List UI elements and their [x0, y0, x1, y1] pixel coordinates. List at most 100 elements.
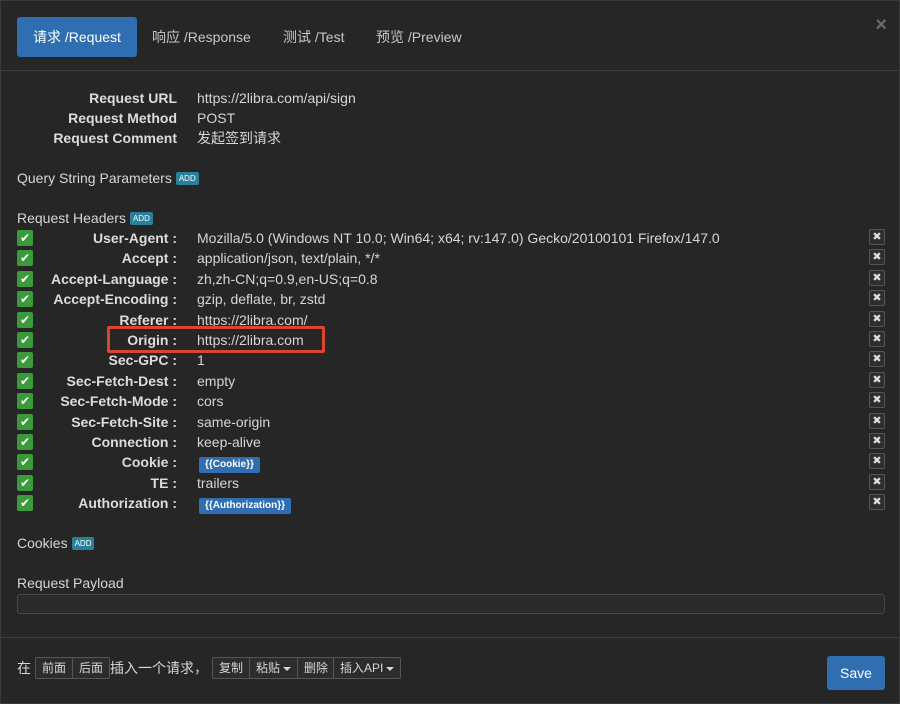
- header-name: Accept-Language :: [50, 271, 177, 287]
- delete-header-button[interactable]: ✖: [869, 372, 885, 388]
- header-row: ✔ Accept-Language : zh,zh-CN;q=0.9,en-US;q…: [1, 269, 899, 289]
- delete-header-button[interactable]: ✖: [869, 270, 885, 286]
- header-name: Origin :: [127, 332, 177, 348]
- header-row: ✔ Cookie : {{Cookie}} ✖: [1, 452, 899, 473]
- header-value[interactable]: https://2libra.com: [197, 330, 304, 350]
- request-url-value: https://2libra.com/api/sign: [197, 90, 356, 106]
- header-value[interactable]: cors: [197, 391, 223, 411]
- header-name: TE :: [150, 475, 177, 491]
- header-enabled-checkbox[interactable]: ✔: [17, 434, 33, 450]
- header-name: Accept-Encoding :: [53, 291, 177, 307]
- header-enabled-checkbox[interactable]: ✔: [17, 414, 33, 430]
- header-enabled-checkbox[interactable]: ✔: [17, 250, 33, 266]
- tab-preview[interactable]: 预览 /Preview: [376, 17, 462, 57]
- variable-tag: {{Authorization}}: [199, 498, 291, 514]
- tab-bar: 请求 /Request 响应 /Response 测试 /Test 预览 /Pr…: [1, 1, 899, 71]
- header-value[interactable]: same-origin: [197, 412, 270, 432]
- header-value[interactable]: gzip, deflate, br, zstd: [197, 289, 325, 309]
- delete-header-button[interactable]: ✖: [869, 392, 885, 408]
- insert-api-label: 插入API: [340, 661, 384, 675]
- copy-button[interactable]: 复制: [212, 657, 251, 679]
- tab-response[interactable]: 响应 /Response: [152, 17, 251, 57]
- chevron-down-icon: [283, 666, 292, 671]
- header-name: Connection :: [91, 434, 177, 450]
- header-value[interactable]: Mozilla/5.0 (Windows NT 10.0; Win64; x64…: [197, 228, 720, 248]
- header-enabled-checkbox[interactable]: ✔: [17, 230, 33, 246]
- request-payload-input[interactable]: [17, 594, 885, 614]
- close-icon[interactable]: ×: [875, 15, 887, 35]
- header-value[interactable]: zh,zh-CN;q=0.9,en-US;q=0.8: [197, 269, 378, 289]
- edit-actions-group: 复制 粘贴 删除: [212, 657, 336, 679]
- request-url-row: Request URL https://2libra.com/api/sign: [1, 88, 801, 108]
- header-enabled-checkbox[interactable]: ✔: [17, 475, 33, 491]
- header-name: Sec-GPC :: [108, 352, 177, 368]
- chevron-down-icon: [386, 666, 395, 671]
- add-header-button[interactable]: ADD: [129, 211, 153, 225]
- insert-api-button[interactable]: 插入API: [333, 657, 402, 679]
- header-row: ✔ TE : trailers ✖: [1, 473, 899, 493]
- delete-header-button[interactable]: ✖: [869, 249, 885, 265]
- header-enabled-checkbox[interactable]: ✔: [17, 454, 33, 470]
- delete-header-button[interactable]: ✖: [869, 494, 885, 510]
- header-value[interactable]: {{Authorization}}: [197, 493, 291, 514]
- add-cookie-button[interactable]: ADD: [71, 536, 95, 550]
- delete-header-button[interactable]: ✖: [869, 311, 885, 327]
- delete-header-button[interactable]: ✖: [869, 413, 885, 429]
- request-comment-row: Request Comment 发起签到请求: [1, 128, 801, 148]
- delete-header-button[interactable]: ✖: [869, 433, 885, 449]
- request-method-label: Request Method: [68, 110, 177, 126]
- header-row: ✔ Sec-Fetch-Mode : cors ✖: [1, 391, 899, 411]
- header-name: Authorization :: [78, 495, 177, 511]
- request-url-label: Request URL: [89, 90, 177, 106]
- header-value[interactable]: application/json, text/plain, */*: [197, 248, 380, 268]
- tab-request[interactable]: 请求 /Request: [17, 17, 137, 57]
- header-row: ✔ Referer : https://2libra.com/ ✖: [1, 310, 899, 330]
- header-enabled-checkbox[interactable]: ✔: [17, 271, 33, 287]
- header-row: ✔ Sec-Fetch-Site : same-origin ✖: [1, 412, 899, 432]
- after-button[interactable]: 后面: [72, 657, 111, 679]
- delete-header-button[interactable]: ✖: [869, 474, 885, 490]
- header-value[interactable]: {{Cookie}}: [197, 452, 260, 473]
- header-row: ✔ Accept-Encoding : gzip, deflate, br, zst…: [1, 289, 899, 309]
- insert-api-group: 插入API: [333, 657, 402, 679]
- request-comment-value: 发起签到请求: [197, 130, 281, 146]
- delete-header-button[interactable]: ✖: [869, 290, 885, 306]
- header-enabled-checkbox[interactable]: ✔: [17, 373, 33, 389]
- header-enabled-checkbox[interactable]: ✔: [17, 291, 33, 307]
- delete-header-button[interactable]: ✖: [869, 453, 885, 469]
- header-name: Cookie :: [121, 454, 177, 470]
- save-button[interactable]: Save: [827, 656, 885, 690]
- header-enabled-checkbox[interactable]: ✔: [17, 312, 33, 328]
- header-enabled-checkbox[interactable]: ✔: [17, 495, 33, 511]
- header-value[interactable]: trailers: [197, 473, 239, 493]
- query-params-section: Query String Parameters ADD: [17, 168, 199, 188]
- header-name: Sec-Fetch-Dest :: [66, 373, 177, 389]
- header-row: ✔ Connection : keep-alive ✖: [1, 432, 899, 452]
- before-button[interactable]: 前面: [35, 657, 74, 679]
- request-editor-modal: 请求 /Request 响应 /Response 测试 /Test 预览 /Pr…: [0, 0, 900, 704]
- add-query-param-button[interactable]: ADD: [175, 171, 199, 185]
- header-row: ✔ Accept : application/json, text/plain, *…: [1, 248, 899, 268]
- paste-button[interactable]: 粘贴: [249, 657, 299, 679]
- header-name: Sec-Fetch-Site :: [71, 414, 177, 430]
- delete-header-button[interactable]: ✖: [869, 229, 885, 245]
- footer-text-insert: 插入一个请求，: [110, 660, 208, 676]
- footer-text-at: 在: [17, 660, 31, 676]
- cookies-section: Cookies ADD: [17, 533, 95, 553]
- insert-position-group: 前面 后面: [35, 657, 111, 679]
- header-value[interactable]: https://2libra.com/: [197, 310, 308, 330]
- header-value[interactable]: keep-alive: [197, 432, 261, 452]
- tab-test[interactable]: 测试 /Test: [283, 17, 344, 57]
- header-enabled-checkbox[interactable]: ✔: [17, 332, 33, 348]
- header-row: ✔ Sec-GPC : 1 ✖: [1, 350, 899, 370]
- header-value[interactable]: 1: [197, 350, 205, 370]
- delete-button[interactable]: 删除: [297, 657, 336, 679]
- header-enabled-checkbox[interactable]: ✔: [17, 352, 33, 368]
- header-row: ✔ Sec-Fetch-Dest : empty ✖: [1, 371, 899, 391]
- header-enabled-checkbox[interactable]: ✔: [17, 393, 33, 409]
- delete-header-button[interactable]: ✖: [869, 331, 885, 347]
- header-value[interactable]: empty: [197, 371, 235, 391]
- request-method-value: POST: [197, 110, 236, 126]
- modal-footer: 在 前面 后面 插入一个请求， 复制 粘贴 删除 插入API Save: [1, 637, 899, 703]
- delete-header-button[interactable]: ✖: [869, 351, 885, 367]
